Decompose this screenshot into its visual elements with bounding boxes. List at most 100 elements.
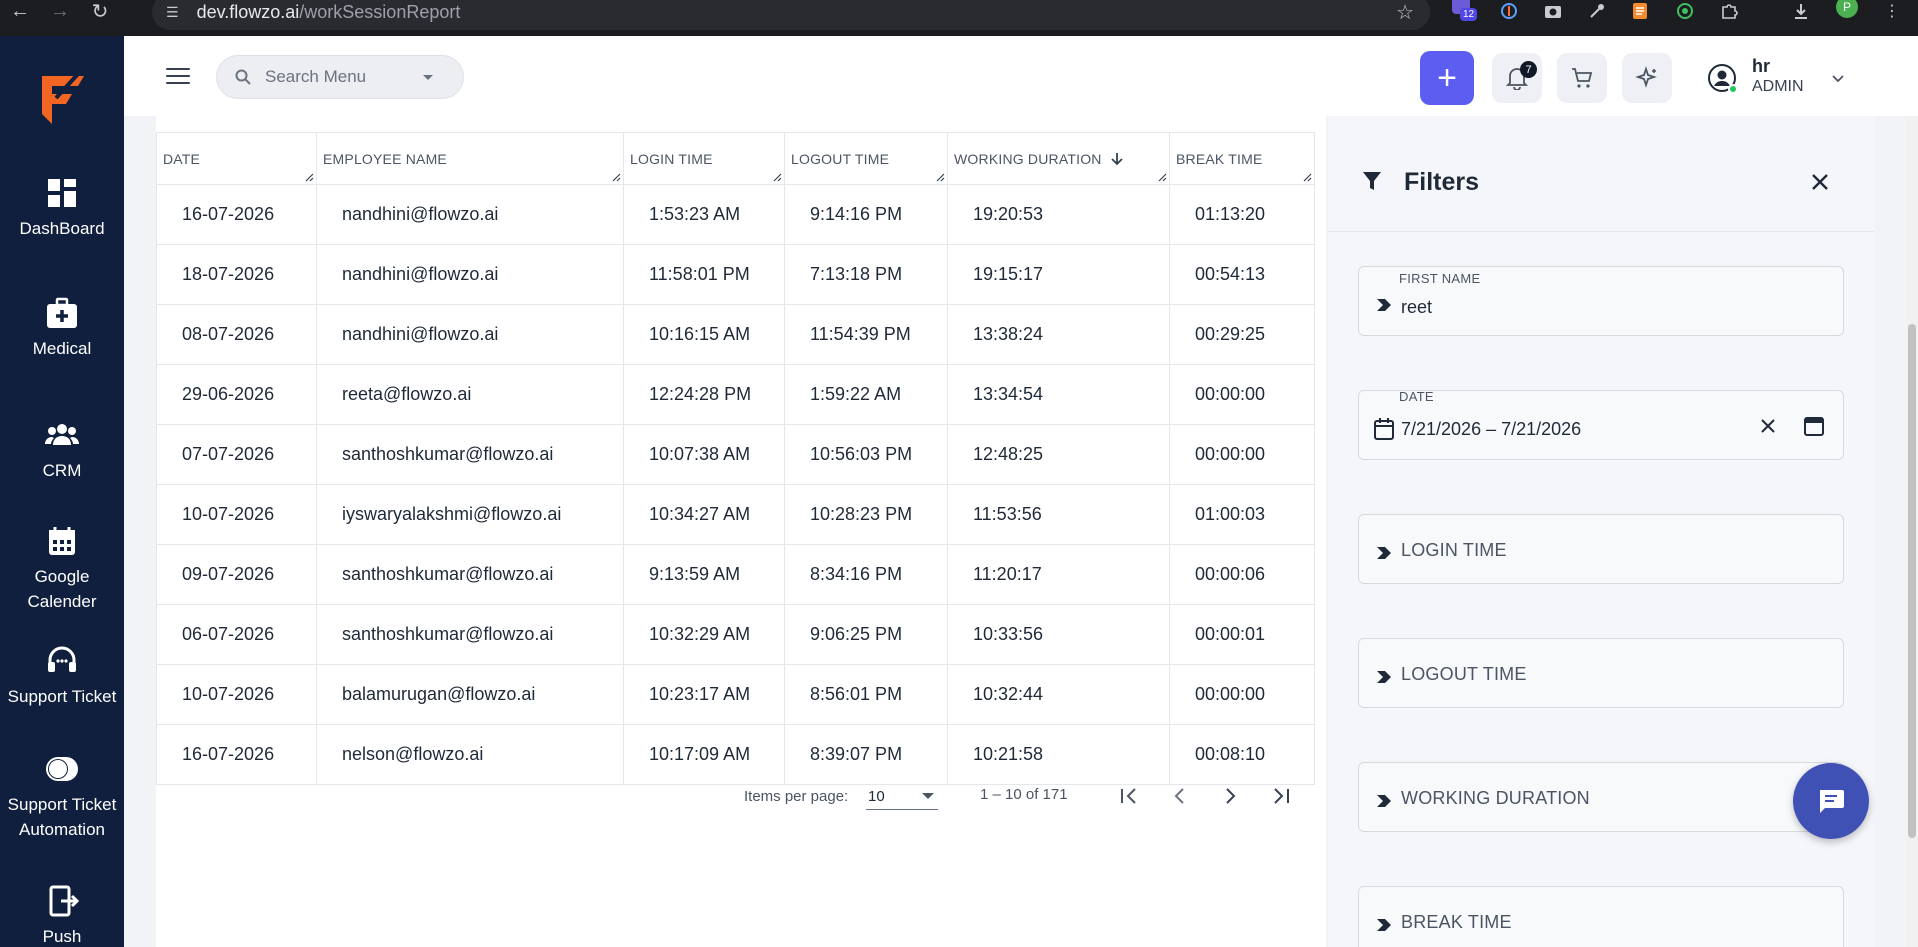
extension-icon[interactable]: 12 [1452, 0, 1478, 22]
ai-sparkle-button[interactable] [1622, 53, 1672, 103]
first-name-filter[interactable]: FIRST NAME reet [1358, 266, 1844, 336]
cell-date: 08-07-2026 [156, 304, 317, 365]
table-row[interactable]: 06-07-2026 santhoshkumar@flowzo.ai 10:32:2… [156, 604, 1315, 665]
extension-icon[interactable] [1676, 0, 1694, 22]
download-icon[interactable] [1792, 0, 1810, 22]
user-avatar-icon [1708, 64, 1738, 94]
page-scrollbar[interactable] [1906, 116, 1918, 947]
cell-logout-time: 9:06:25 PM [784, 604, 948, 665]
sidebar-item-support-ticket[interactable]: Support Ticket [0, 644, 124, 709]
notes-extension-icon[interactable] [1632, 0, 1648, 22]
next-page-button[interactable] [1214, 780, 1246, 812]
url-host: dev.flowzo.ai [196, 1, 300, 22]
menu-toggle-icon[interactable] [166, 68, 190, 86]
medical-kit-icon [47, 297, 77, 328]
calendar-icon [1374, 418, 1394, 440]
chat-button[interactable] [1793, 763, 1869, 839]
first-page-button[interactable] [1114, 780, 1146, 812]
sort-arrow-down-icon [1110, 152, 1123, 165]
cell-login-time: 10:07:38 AM [623, 424, 785, 485]
back-icon[interactable]: ← [0, 0, 40, 23]
address-bar[interactable]: ☰ dev.flowzo.ai/workSessionReport ☆ [152, 0, 1430, 30]
flowzo-logo[interactable] [36, 70, 88, 130]
cell-working-duration: 13:34:54 [947, 364, 1170, 425]
table-row[interactable]: 10-07-2026 balamurugan@flowzo.ai 10:23:17 … [156, 664, 1315, 725]
sidebar-item-dashboard[interactable]: DashBoard [0, 176, 124, 241]
date-range-filter[interactable]: DATE 7/21/2026 – 7/21/2026 [1358, 389, 1844, 460]
table-row[interactable]: 08-07-2026 nandhini@flowzo.ai 10:16:15 AM 1… [156, 304, 1315, 365]
break-time-filter[interactable]: BREAK TIME [1358, 886, 1844, 947]
last-page-button[interactable] [1264, 780, 1296, 812]
column-header-date[interactable]: DATE [156, 132, 317, 185]
sidebar-item-medical[interactable]: Medical [0, 296, 124, 361]
sidebar-item-label: Push [42, 927, 82, 946]
table-row[interactable]: 09-07-2026 santhoshkumar@flowzo.ai 9:13:59… [156, 544, 1315, 605]
sidebar-item-crm[interactable]: CRM [0, 418, 124, 483]
cell-login-time: 1:53:23 AM [623, 184, 785, 245]
sidebar-item-label: CRM [42, 461, 82, 480]
table-body: 16-07-2026 nandhini@flowzo.ai 1:53:23 AM 9:… [156, 184, 1315, 785]
break-time-placeholder: BREAK TIME [1401, 912, 1512, 932]
notifications-button[interactable]: 7 [1492, 53, 1542, 103]
user-menu[interactable]: hr ADMIN [1708, 54, 1858, 100]
scrollbar-thumb[interactable] [1908, 324, 1916, 838]
column-header-login-time[interactable]: LOGIN TIME [623, 132, 785, 185]
close-icon[interactable] [1808, 170, 1832, 194]
cart-button[interactable] [1557, 53, 1607, 103]
cart-icon [1572, 68, 1593, 88]
chevron-right-icon [1226, 788, 1236, 804]
search-menu-select[interactable]: Search Menu [216, 55, 464, 99]
resize-handle-icon[interactable] [772, 172, 782, 182]
cell-employee-name: nandhini@flowzo.ai [316, 304, 624, 365]
profile-avatar[interactable]: P [1836, 0, 1858, 18]
resize-handle-icon[interactable] [1157, 172, 1167, 182]
page-range-label: 1 – 10 of 171 [980, 786, 1068, 803]
extension-icon[interactable] [1500, 0, 1518, 22]
bookmark-star-icon[interactable]: ☆ [1396, 0, 1414, 25]
column-header-employee-name[interactable]: EMPLOYEE NAME [316, 132, 624, 185]
reload-icon[interactable]: ↻ [80, 0, 120, 24]
sidebar-item-push[interactable]: Push [0, 884, 124, 947]
table-row[interactable]: 10-07-2026 iyswaryalakshmi@flowzo.ai 10:34… [156, 484, 1315, 545]
table-row[interactable]: 29-06-2026 reeta@flowzo.ai 12:24:28 PM 1:59… [156, 364, 1315, 425]
sidebar-item-support-ticket-automation[interactable]: Support Ticket Automation [0, 752, 124, 842]
browser-menu-icon[interactable]: ⋮ [1884, 0, 1900, 22]
login-time-filter[interactable]: LOGIN TIME [1358, 514, 1844, 584]
resize-handle-icon[interactable] [935, 172, 945, 182]
camera-icon[interactable] [1544, 0, 1562, 22]
column-header-working-duration[interactable]: WORKING DURATION [947, 132, 1170, 185]
cell-login-time: 11:58:01 PM [623, 244, 785, 305]
cell-working-duration: 11:20:17 [947, 544, 1170, 605]
work-session-table: DATE EMPLOYEE NAME LOGIN TIME LOGOUT TIM… [156, 132, 1315, 785]
logout-time-filter[interactable]: LOGOUT TIME [1358, 638, 1844, 708]
resize-handle-icon[interactable] [611, 172, 621, 182]
date-label: DATE [1399, 389, 1434, 404]
page-size-select[interactable]: 10 [866, 780, 938, 810]
table-row[interactable]: 07-07-2026 santhoshkumar@flowzo.ai 10:07:3… [156, 424, 1315, 485]
resize-handle-icon[interactable] [304, 172, 314, 182]
first-page-icon [1121, 788, 1136, 804]
extension-badge: 12 [1460, 8, 1478, 21]
extensions-puzzle-icon[interactable] [1720, 0, 1738, 22]
table-row[interactable]: 16-07-2026 nandhini@flowzo.ai 1:53:23 AM 9:… [156, 184, 1315, 245]
items-per-page-label: Items per page: [744, 788, 849, 805]
cell-break-time: 00:29:25 [1169, 304, 1315, 365]
calendar-picker-icon[interactable] [1803, 415, 1825, 437]
sidebar-item-label: Support Ticket Automation [7, 795, 117, 839]
add-button[interactable]: + [1420, 51, 1474, 105]
working-duration-filter[interactable]: WORKING DURATION [1358, 762, 1844, 832]
sidebar-item-google-calender[interactable]: Google Calender [0, 524, 124, 614]
dashboard-icon [48, 179, 76, 207]
site-info-icon[interactable]: ☰ [166, 4, 179, 21]
column-header-break-time[interactable]: BREAK TIME [1169, 132, 1315, 185]
previous-page-button[interactable] [1164, 780, 1196, 812]
cell-logout-time: 8:56:01 PM [784, 664, 948, 725]
resize-handle-icon[interactable] [1302, 172, 1312, 182]
online-status-dot [1728, 84, 1738, 94]
eyedropper-icon[interactable] [1588, 0, 1606, 22]
cell-date: 09-07-2026 [156, 544, 317, 605]
clear-icon[interactable] [1759, 417, 1777, 435]
table-row[interactable]: 18-07-2026 nandhini@flowzo.ai 11:58:01 PM 7… [156, 244, 1315, 305]
column-header-logout-time[interactable]: LOGOUT TIME [784, 132, 948, 185]
forward-icon[interactable]: → [40, 0, 80, 23]
